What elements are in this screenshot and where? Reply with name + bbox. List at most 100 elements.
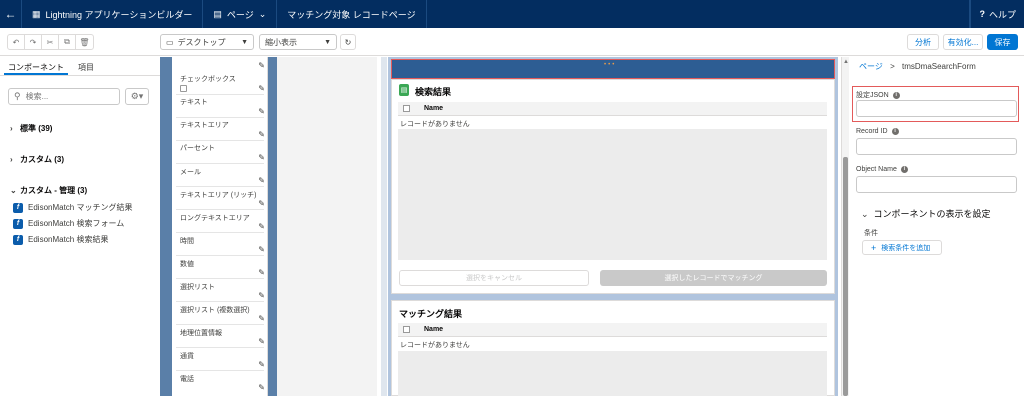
divider	[176, 163, 264, 164]
pencil-icon[interactable]: ✎	[258, 314, 265, 323]
divider	[176, 209, 264, 210]
select-all-checkbox[interactable]	[403, 326, 410, 333]
cancel-selection-button[interactable]: 選択をキャンセル	[399, 270, 589, 286]
divider	[176, 140, 264, 141]
record-id-input[interactable]	[856, 138, 1017, 155]
view-mode-select[interactable]: 縮小表示 ▼	[259, 34, 337, 50]
category-custom[interactable]: › カスタム (3)	[10, 154, 64, 165]
field-label: テキストエリア (リッチ)	[180, 192, 257, 199]
add-condition-button[interactable]: + 検索条件を追加	[862, 240, 942, 255]
divider	[176, 278, 264, 279]
delete-icon[interactable]: 🗑	[76, 35, 93, 49]
divider	[176, 232, 264, 233]
drag-handle-icon[interactable]: •••	[604, 62, 616, 68]
field-label: メール	[180, 169, 201, 176]
chevron-right-icon: ›	[10, 124, 13, 133]
divider	[176, 370, 264, 371]
save-button[interactable]: 保存	[987, 34, 1018, 50]
redo-icon[interactable]: ↷	[25, 35, 42, 49]
scrollbar-thumb[interactable]	[843, 157, 848, 396]
table-header: Name	[398, 323, 827, 337]
pencil-icon[interactable]: ✎	[258, 360, 265, 369]
component-search-input[interactable]: ⚲ 検索...	[8, 88, 120, 105]
refresh-button[interactable]: ↻	[340, 34, 356, 50]
cut-icon[interactable]: ✂	[42, 35, 59, 49]
pencil-icon[interactable]: ✎	[258, 383, 265, 392]
canvas-background	[160, 57, 172, 396]
field-label: テキスト	[180, 99, 208, 106]
match-selected-button[interactable]: 選択したレコードでマッチング	[600, 270, 827, 286]
lightning-component-icon: f	[13, 218, 23, 229]
activate-button[interactable]: 有効化...	[943, 34, 983, 50]
canvas-column	[277, 57, 377, 396]
desktop-icon: ▭	[166, 37, 174, 47]
component-item[interactable]: f EdisonMatch 検索結果	[13, 234, 108, 245]
pencil-icon[interactable]: ✎	[258, 199, 265, 208]
field-label: ロングテキストエリア	[180, 215, 250, 222]
pencil-icon[interactable]: ✎	[258, 337, 265, 346]
empty-message: レコードがありません	[400, 342, 470, 349]
pencil-icon[interactable]: ✎	[258, 176, 265, 185]
component-item[interactable]: f EdisonMatch 検索フォーム	[13, 218, 124, 229]
canvas-scrollbar[interactable]: ▲	[841, 57, 849, 396]
select-all-checkbox[interactable]	[403, 105, 410, 112]
divider	[176, 117, 264, 118]
app-header: ← ▦ Lightning アプリケーションビルダー ▤ ページ ⌄ マッチング対象 …	[0, 0, 1024, 28]
component-item[interactable]: f EdisonMatch マッチング結果	[13, 202, 132, 213]
back-arrow-icon: ←	[4, 7, 17, 21]
pencil-icon[interactable]: ✎	[258, 84, 265, 93]
pencil-icon[interactable]: ✎	[258, 268, 265, 277]
pencil-icon[interactable]: ✎	[258, 107, 265, 116]
toolbar: ↶ ↷ ✂ ⧉ 🗑 ▭ デスクトップ ▼ 縮小表示 ▼ ↻ 分析 有効化... …	[0, 28, 1024, 56]
breadcrumb-page-link[interactable]: ページ	[859, 62, 883, 71]
analyze-button[interactable]: 分析	[907, 34, 939, 50]
gear-icon: ⚙▾	[130, 91, 144, 101]
category-standard[interactable]: › 標準 (39)	[10, 123, 52, 134]
refresh-icon: ↻	[344, 37, 352, 47]
breadcrumb-current: tmsDmaSearchForm	[901, 62, 976, 71]
edit-button-group: ↶ ↷ ✂ ⧉ 🗑	[7, 34, 94, 50]
component-panel: コンポーネント 項目 ⚲ 検索... ⚙▾ › 標準 (39) › カスタム (3)…	[0, 57, 160, 396]
page-icon: ▤	[213, 8, 222, 19]
field-label: 選択リスト	[180, 284, 215, 291]
checkbox	[180, 85, 187, 92]
tab-components[interactable]: コンポーネント	[4, 57, 68, 75]
chevron-down-icon: ▼	[324, 38, 331, 46]
pencil-icon[interactable]: ✎	[258, 61, 265, 70]
visibility-section-toggle[interactable]: ⌄ コンポーネントの表示を設定	[861, 207, 991, 220]
divider	[176, 186, 264, 187]
field-label: 通貨	[180, 353, 194, 360]
pencil-icon[interactable]: ✎	[258, 153, 265, 162]
field-label: チェックボックス	[180, 76, 236, 83]
page-name: マッチング対象 レコードページ	[277, 0, 427, 28]
info-icon[interactable]: i	[900, 166, 908, 173]
info-icon[interactable]: i	[891, 128, 899, 135]
pencil-icon[interactable]: ✎	[258, 222, 265, 231]
chevron-down-icon: ▼	[241, 38, 248, 46]
card-title: 検索結果	[415, 87, 452, 97]
settings-menu-button[interactable]: ⚙▾	[125, 88, 149, 105]
pencil-icon[interactable]: ✎	[258, 291, 265, 300]
field-label: 地理位置情報	[180, 330, 222, 337]
empty-message: レコードがありません	[400, 121, 470, 128]
canvas-background	[268, 57, 277, 396]
pencil-icon[interactable]: ✎	[258, 245, 265, 254]
divider	[176, 324, 264, 325]
canvas-divider	[381, 57, 387, 396]
undo-icon[interactable]: ↶	[8, 35, 25, 49]
help-icon: ?	[979, 9, 985, 19]
panel-tabs: コンポーネント 項目	[0, 57, 160, 76]
copy-icon[interactable]: ⧉	[59, 35, 76, 49]
category-custom-managed[interactable]: ⌄ カスタム - 管理 (3)	[10, 185, 87, 196]
tab-fields[interactable]: 項目	[74, 57, 98, 75]
object-name-input[interactable]	[856, 176, 1017, 193]
pencil-icon[interactable]: ✎	[258, 130, 265, 139]
back-button[interactable]: ←	[0, 0, 22, 28]
table-header: Name	[398, 102, 827, 116]
field-label: 電話	[180, 376, 194, 383]
device-select[interactable]: ▭ デスクトップ ▼	[160, 34, 254, 50]
selected-component[interactable]: •••	[391, 59, 835, 79]
pages-menu[interactable]: ▤ ページ ⌄	[203, 0, 278, 28]
help-link[interactable]: ? ヘルプ	[970, 0, 1024, 28]
condition-label: 条件	[864, 230, 878, 237]
